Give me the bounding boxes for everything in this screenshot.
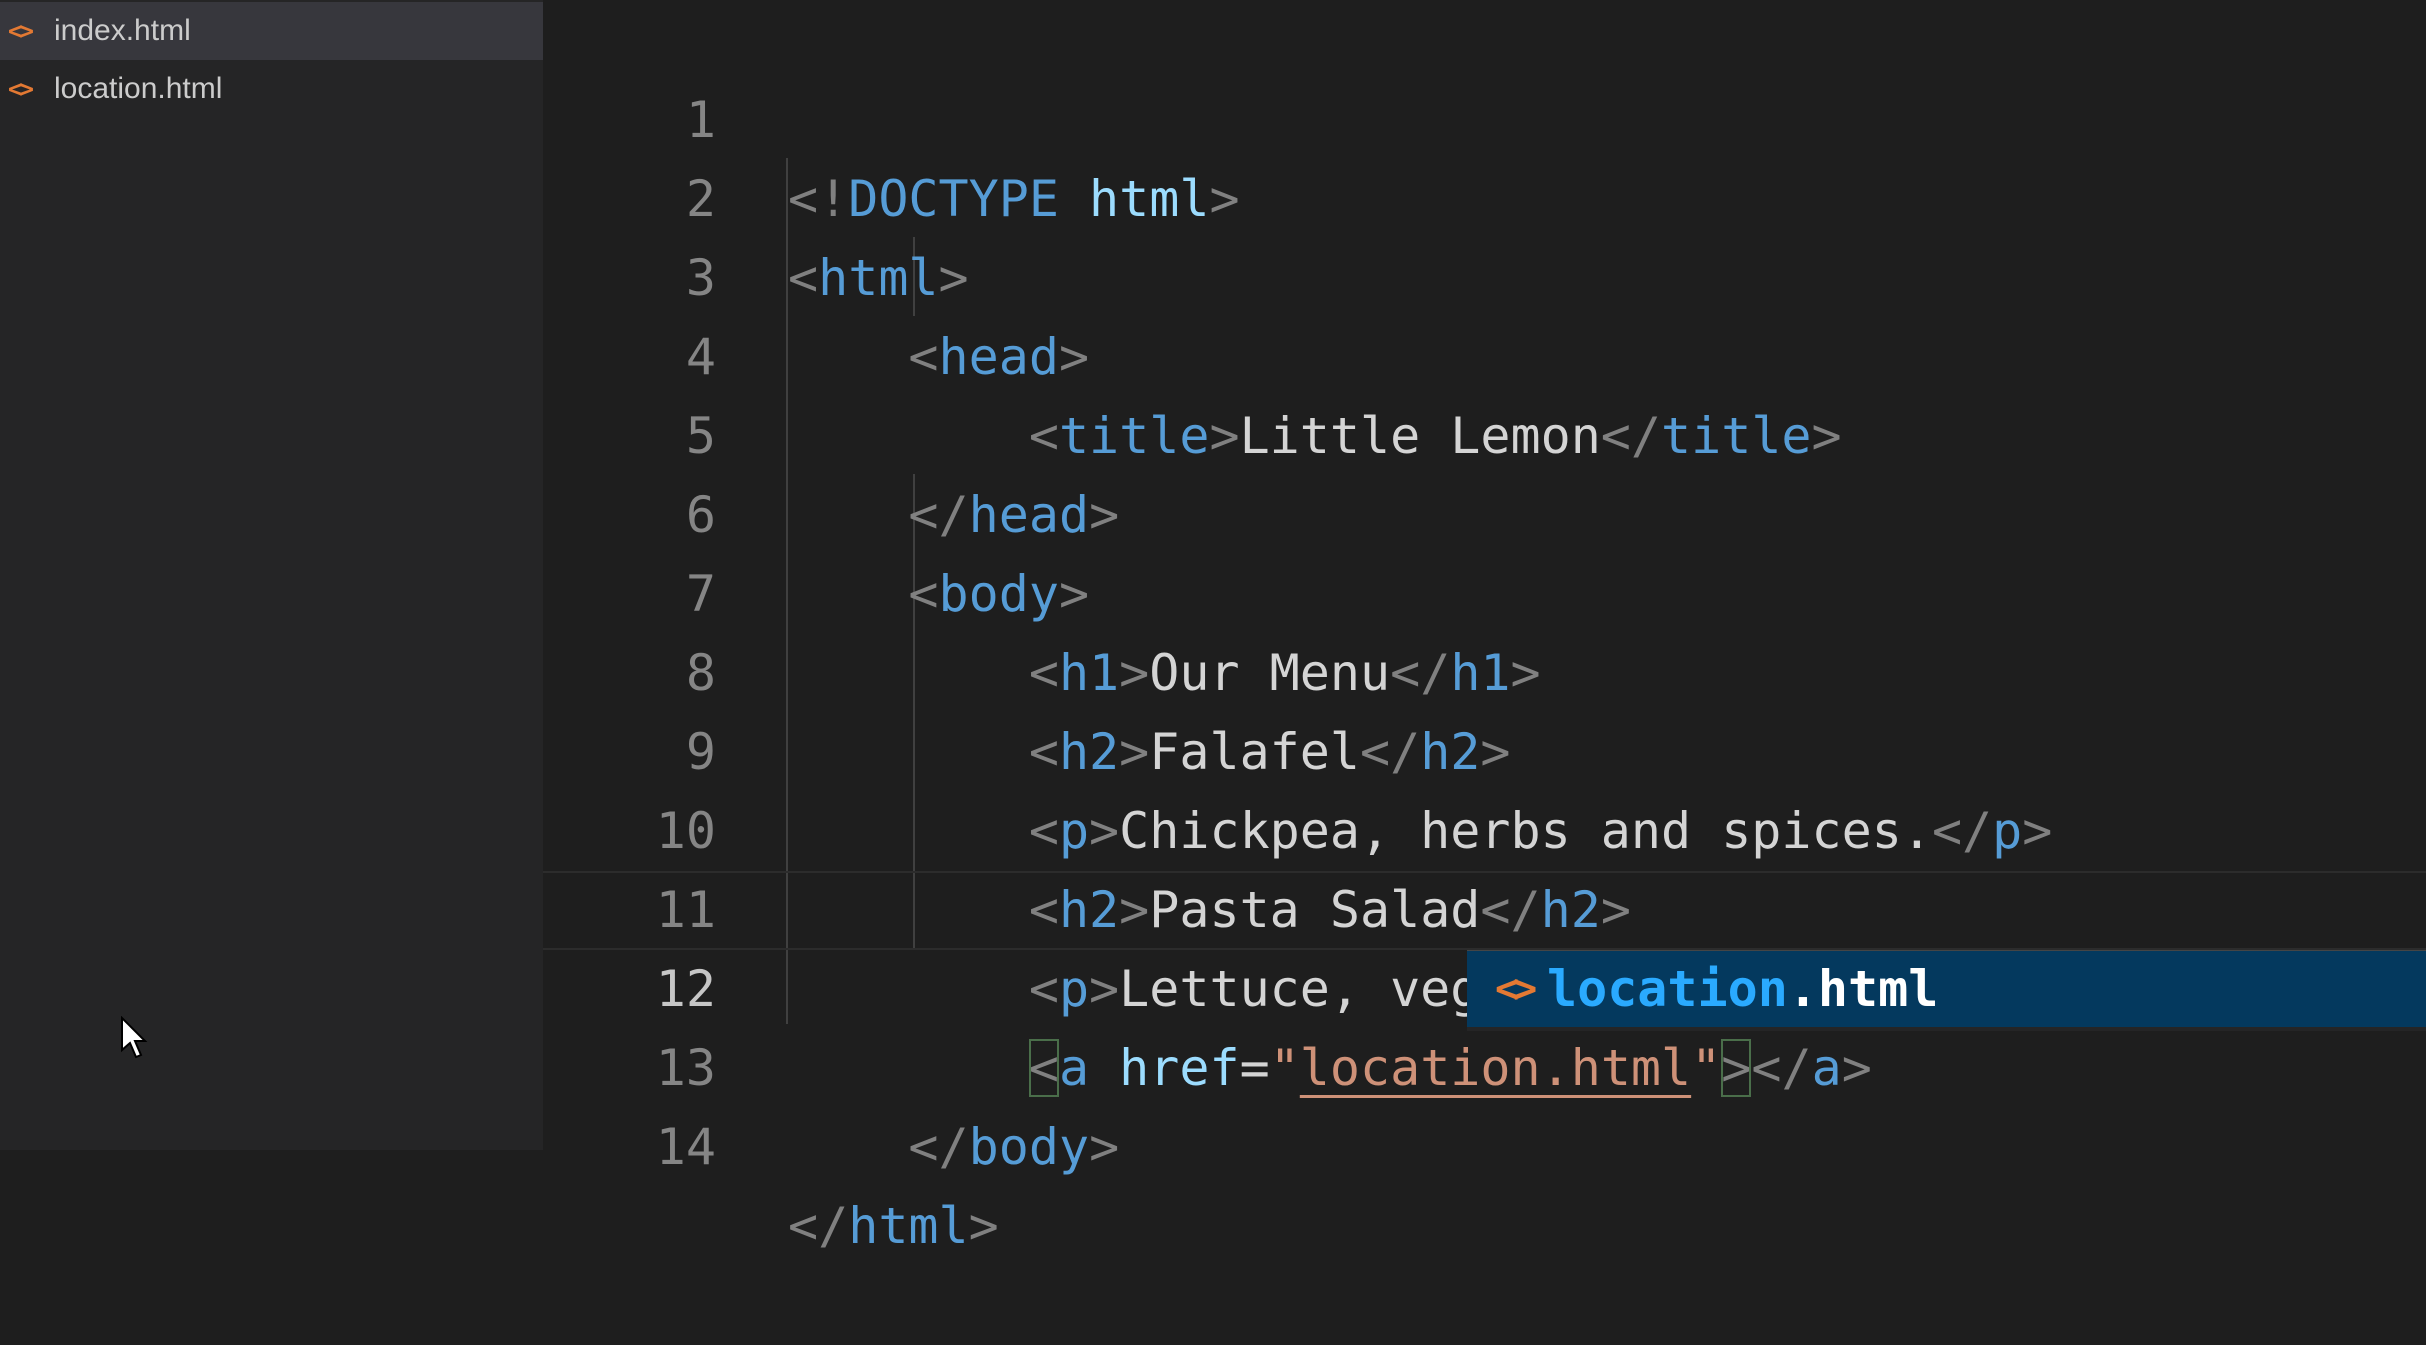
explorer-sidebar: <> index.html <> location.html [0, 0, 543, 1150]
line-content: </body> [788, 1108, 1119, 1187]
tag-bracket: </ [788, 1197, 849, 1255]
file-item-index-html[interactable]: <> index.html [0, 2, 543, 60]
tag-bracket: > [968, 1197, 999, 1255]
tag-name: html [848, 1197, 969, 1255]
html-file-icon: <> [1495, 966, 1537, 1012]
autocomplete-widget: <> location.html [1467, 950, 2426, 1031]
code-line: 7 <h1>Our Menu</h1> [543, 476, 2426, 702]
code-line: 2 <html> [543, 81, 2426, 307]
code-line: 3 <head> [543, 160, 2426, 386]
suggestion-item-location-html[interactable]: <> location.html [1467, 951, 2426, 1027]
html-file-icon: <> [8, 75, 34, 103]
code-line: 6 <body> [543, 397, 2426, 623]
code-line: 4 <title>Little Lemon</title> [543, 239, 2426, 465]
code-line-current: 12 <a href="location.html"></a> [543, 871, 2426, 1097]
tag-name: body [968, 1118, 1090, 1176]
code-line: 11 <p>Lettuce, vegetables and mozzarella… [543, 792, 2426, 1018]
file-item-location-html[interactable]: <> location.html [0, 60, 543, 118]
code-line: 10 <h2>Pasta Salad</h2> [543, 713, 2426, 939]
code-line: 8 <h2>Falafel</h2> [543, 555, 2426, 781]
mouse-pointer-icon [121, 1016, 148, 1059]
code-line: 9 <p>Chickpea, herbs and spices.</p> [543, 634, 2426, 860]
code-line: 14 </html> [543, 1029, 2426, 1255]
line-number: 14 [655, 1118, 716, 1176]
file-name: index.html [54, 14, 191, 47]
code-line: 1 <!DOCTYPE html> [543, 2, 2426, 228]
line-content: </html> [788, 1187, 999, 1266]
tag-bracket: > [1089, 1118, 1120, 1176]
suggestion-label: location.html [1547, 960, 1938, 1018]
html-file-icon: <> [8, 17, 34, 45]
code-line: 5 </head> [543, 318, 2426, 544]
suggestion-match: location [1547, 960, 1788, 1018]
suggestion-rest: .html [1787, 960, 1939, 1018]
tag-bracket: </ [908, 1118, 969, 1176]
file-name: location.html [54, 72, 223, 105]
